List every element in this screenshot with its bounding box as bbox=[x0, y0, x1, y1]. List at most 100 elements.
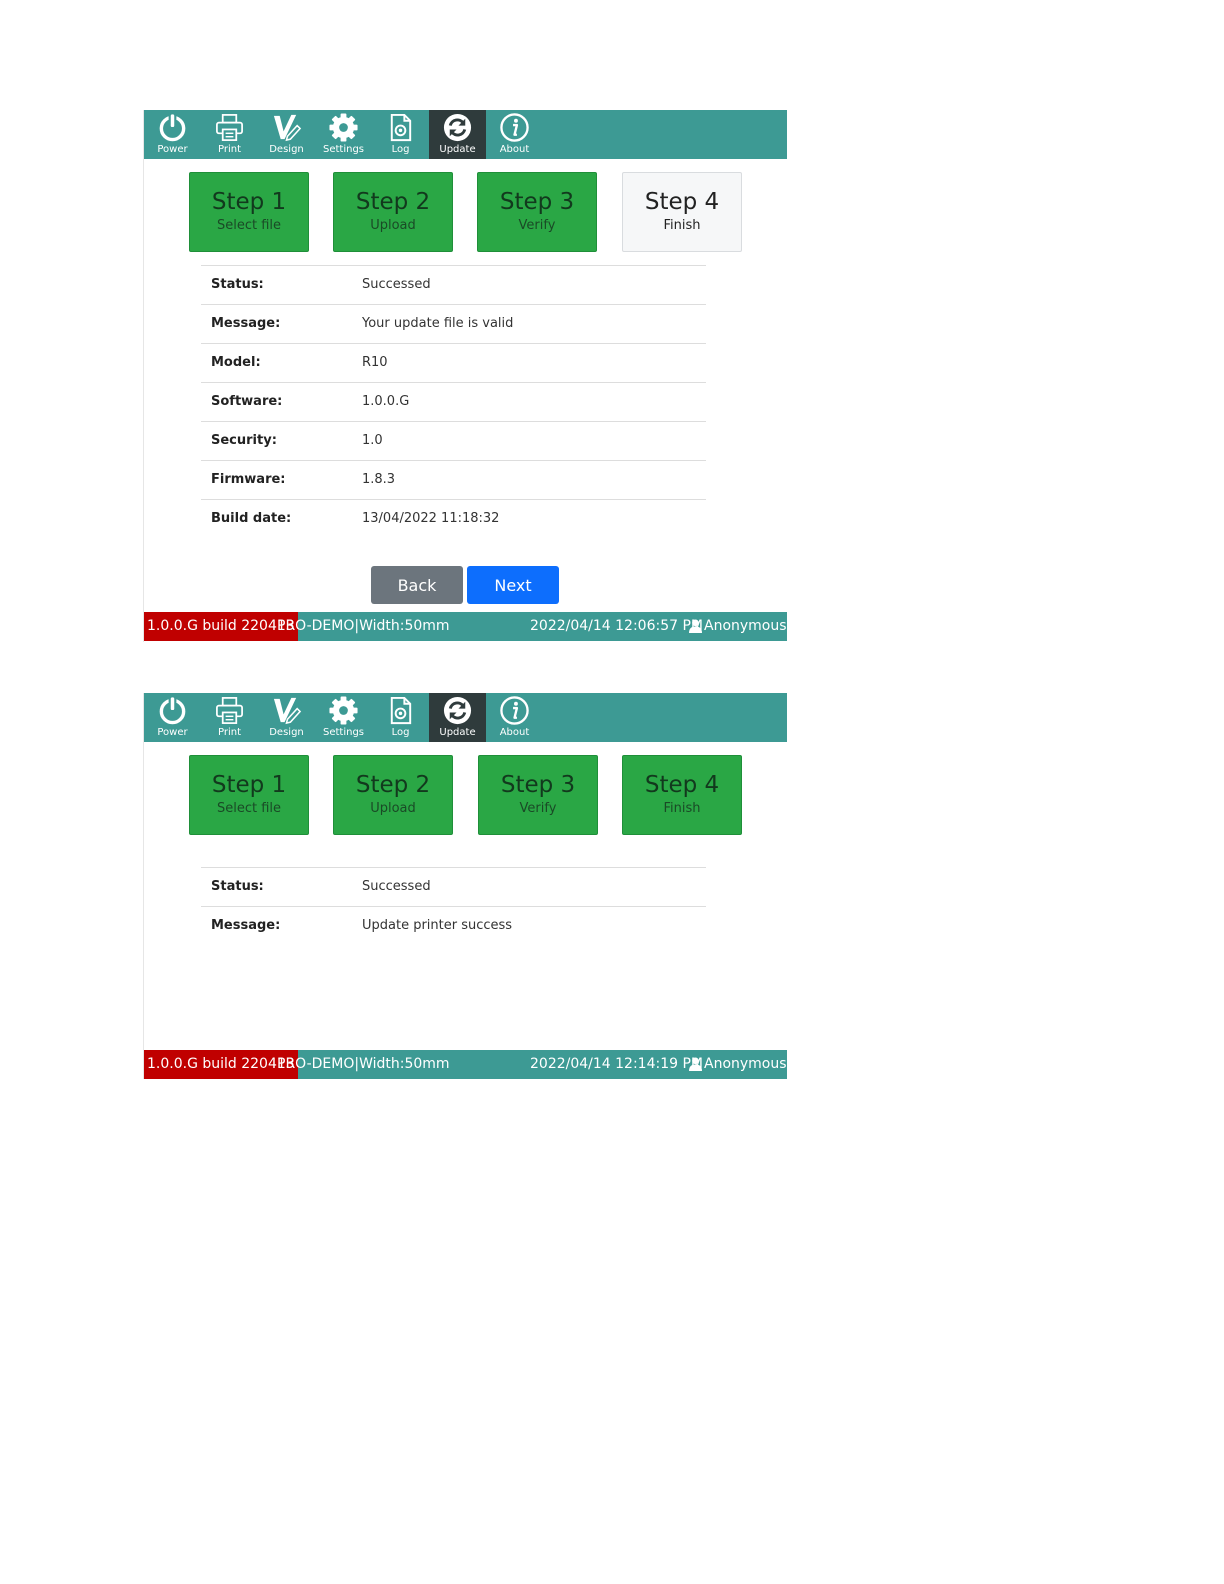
update-info-table: Status: Successed Message: Your update f… bbox=[201, 265, 706, 538]
step-3-verify: Step 3 Verify bbox=[478, 755, 598, 835]
row-value: Successed bbox=[362, 879, 431, 894]
printer-icon bbox=[216, 697, 243, 724]
table-row: Status: Successed bbox=[201, 867, 706, 906]
design-icon bbox=[273, 697, 302, 725]
row-value: Successed bbox=[362, 277, 431, 292]
step-title: Step 3 bbox=[500, 772, 576, 798]
next-button[interactable]: Next bbox=[467, 566, 559, 604]
update-screen-verify: Power Print Design Settings Log Update A… bbox=[143, 110, 787, 642]
user-icon bbox=[689, 619, 702, 633]
step-title: Step 4 bbox=[644, 189, 720, 215]
toolbar-about-button[interactable]: About bbox=[486, 110, 543, 159]
row-label: Message: bbox=[211, 316, 281, 331]
row-value: R10 bbox=[362, 355, 388, 370]
toolbar-print-button[interactable]: Print bbox=[201, 110, 258, 159]
table-row: Firmware: 1.8.3 bbox=[201, 460, 706, 499]
toolbar-print-button[interactable]: Print bbox=[201, 693, 258, 742]
status-bar: 1.0.0.G build 220413 PRO-DEMO|Width:50mm… bbox=[144, 1050, 787, 1079]
toolbar: Power Print Design Settings Log Update A… bbox=[144, 110, 787, 159]
step-4-finish: Step 4 Finish bbox=[622, 755, 742, 835]
step-title: Step 4 bbox=[644, 772, 720, 798]
step-title: Step 2 bbox=[355, 189, 431, 215]
toolbar-settings-button[interactable]: Settings bbox=[315, 693, 372, 742]
step-2-upload: Step 2 Upload bbox=[333, 172, 453, 252]
step-title: Step 1 bbox=[211, 772, 287, 798]
info-icon bbox=[500, 113, 529, 142]
status-bar: 1.0.0.G build 220413 PRO-DEMO|Width:50mm… bbox=[144, 612, 787, 641]
row-label: Status: bbox=[211, 879, 264, 894]
row-value: Update printer success bbox=[362, 918, 513, 933]
user-icon bbox=[689, 1057, 702, 1071]
log-icon bbox=[390, 113, 412, 142]
step-subtitle: Finish bbox=[663, 801, 701, 816]
toolbar-design-button[interactable]: Design bbox=[258, 693, 315, 742]
table-row: Message: Your update file is valid bbox=[201, 304, 706, 343]
step-subtitle: Verify bbox=[519, 801, 557, 816]
power-icon bbox=[159, 113, 186, 142]
row-label: Security: bbox=[211, 433, 277, 448]
toolbar-label: Power bbox=[157, 727, 188, 738]
toolbar-label: About bbox=[499, 727, 530, 738]
toolbar-label: Power bbox=[157, 144, 188, 155]
toolbar-update-button[interactable]: Update bbox=[429, 110, 486, 159]
row-label: Model: bbox=[211, 355, 261, 370]
step-3-verify: Step 3 Verify bbox=[477, 172, 597, 252]
toolbar-label: Print bbox=[217, 144, 241, 155]
toolbar-label: Update bbox=[439, 144, 476, 155]
toolbar-log-button[interactable]: Log bbox=[372, 693, 429, 742]
datetime: 2022/04/14 12:14:19 PM bbox=[530, 1056, 703, 1072]
toolbar-update-button[interactable]: Update bbox=[429, 693, 486, 742]
row-value: 1.0 bbox=[362, 433, 383, 448]
printer-icon bbox=[216, 114, 243, 141]
row-value: 1.0.0.G bbox=[362, 394, 410, 409]
table-row: Build date: 13/04/2022 11:18:32 bbox=[201, 499, 706, 538]
power-icon bbox=[159, 696, 186, 725]
step-subtitle: Upload bbox=[370, 218, 416, 233]
toolbar-design-button[interactable]: Design bbox=[258, 110, 315, 159]
step-subtitle: Select file bbox=[216, 801, 282, 816]
row-label: Message: bbox=[211, 918, 281, 933]
gear-icon bbox=[329, 696, 358, 725]
row-label: Status: bbox=[211, 277, 264, 292]
version-badge: 1.0.0.G build 220413 bbox=[144, 1050, 298, 1079]
step-2-upload: Step 2 Upload bbox=[333, 755, 453, 835]
step-title: Step 2 bbox=[355, 772, 431, 798]
row-value: Your update file is valid bbox=[362, 316, 514, 331]
table-row: Software: 1.0.0.G bbox=[201, 382, 706, 421]
toolbar-power-button[interactable]: Power bbox=[144, 110, 201, 159]
toolbar-label: Design bbox=[269, 144, 304, 155]
device-info: PRO-DEMO|Width:50mm bbox=[277, 1056, 450, 1072]
toolbar-label: Log bbox=[391, 144, 410, 155]
table-row: Security: 1.0 bbox=[201, 421, 706, 460]
gear-icon bbox=[329, 113, 358, 142]
version-badge: 1.0.0.G build 220413 bbox=[144, 612, 298, 641]
step-title: Step 3 bbox=[499, 189, 575, 215]
device-info: PRO-DEMO|Width:50mm bbox=[277, 618, 450, 634]
row-value: 13/04/2022 11:18:32 bbox=[362, 511, 500, 526]
back-button[interactable]: Back bbox=[371, 566, 463, 604]
user-name: Anonymous bbox=[704, 1056, 787, 1072]
datetime: 2022/04/14 12:06:57 PM bbox=[530, 618, 703, 634]
row-label: Build date: bbox=[211, 511, 292, 526]
step-1-select-file: Step 1 Select file bbox=[189, 755, 309, 835]
update-screen-finish: Power Print Design Settings Log Update A… bbox=[143, 693, 787, 1079]
step-title: Step 1 bbox=[211, 189, 287, 215]
toolbar-label: Settings bbox=[322, 727, 364, 738]
design-icon bbox=[273, 114, 302, 142]
row-value: 1.8.3 bbox=[362, 472, 396, 487]
toolbar-about-button[interactable]: About bbox=[486, 693, 543, 742]
row-label: Software: bbox=[211, 394, 283, 409]
step-subtitle: Verify bbox=[518, 218, 556, 233]
toolbar-log-button[interactable]: Log bbox=[372, 110, 429, 159]
toolbar-label: Settings bbox=[322, 144, 364, 155]
toolbar-settings-button[interactable]: Settings bbox=[315, 110, 372, 159]
update-result-table: Status: Successed Message: Update printe… bbox=[201, 867, 706, 945]
toolbar-label: Update bbox=[439, 727, 476, 738]
table-row: Model: R10 bbox=[201, 343, 706, 382]
toolbar-label: Design bbox=[269, 727, 304, 738]
toolbar-label: About bbox=[499, 144, 530, 155]
info-icon bbox=[500, 696, 529, 725]
table-row: Message: Update printer success bbox=[201, 906, 706, 945]
step-subtitle: Upload bbox=[370, 801, 416, 816]
toolbar-power-button[interactable]: Power bbox=[144, 693, 201, 742]
